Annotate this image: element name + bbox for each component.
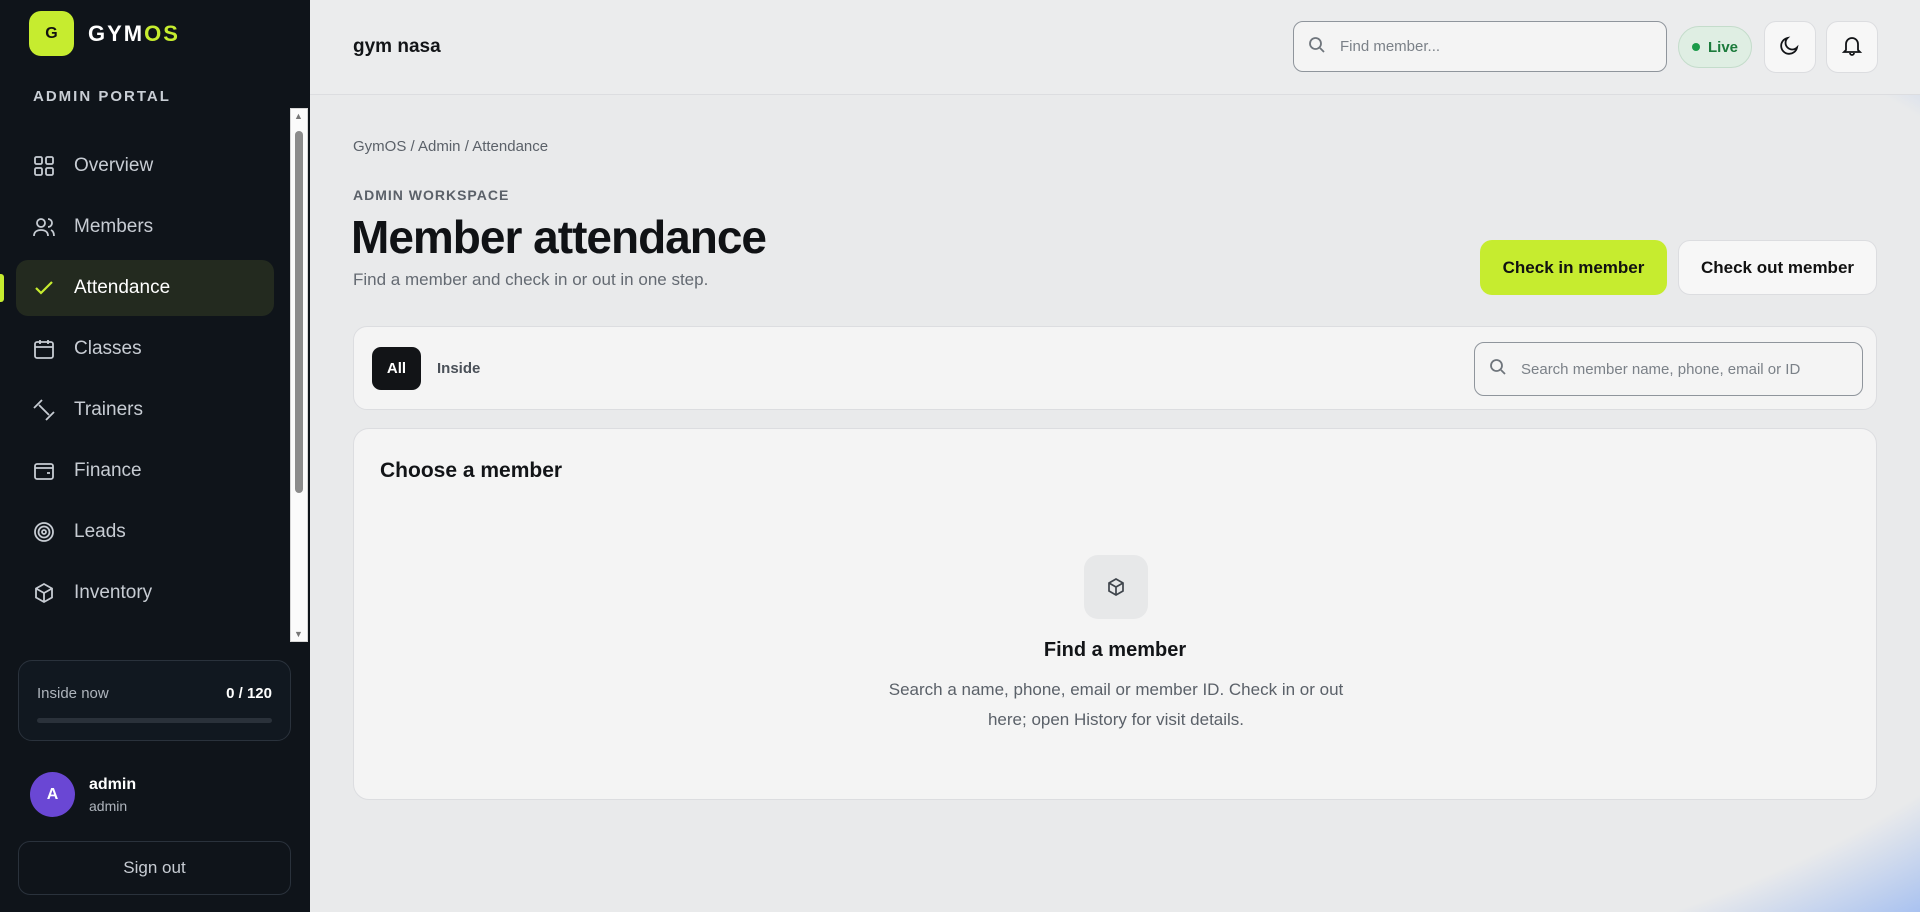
sidebar-item-overview[interactable]: Overview: [16, 138, 274, 194]
sidebar-item-leads[interactable]: Leads: [16, 504, 274, 560]
inside-now-value: 0 / 120: [226, 685, 272, 702]
check-in-button[interactable]: Check in member: [1480, 240, 1667, 295]
brand-name: GYMOS: [88, 21, 180, 47]
sidebar-scrollbar[interactable]: ▲ ▼: [290, 108, 308, 642]
app-window: G GYMOS ADMIN PORTAL Overview Members At…: [0, 0, 1920, 912]
wallet-icon: [32, 459, 56, 483]
sidebar-item-members[interactable]: Members: [16, 199, 274, 255]
moon-icon: [1779, 34, 1801, 61]
grid-icon: [32, 154, 56, 178]
inside-now-card: Inside now 0 / 120: [18, 660, 291, 741]
find-member-placeholder: Find member...: [1340, 38, 1441, 55]
sidebar-section-label: ADMIN PORTAL: [33, 88, 171, 105]
sidebar-item-trainers[interactable]: Trainers: [16, 382, 274, 438]
member-search-placeholder: Search member name, phone, email or ID: [1521, 360, 1801, 378]
avatar: A: [30, 772, 75, 817]
brand-logo: G: [29, 11, 74, 56]
tab-inside[interactable]: Inside: [437, 347, 480, 390]
user-name: admin: [89, 775, 137, 793]
page-title: Member attendance: [351, 211, 767, 263]
choose-member-card: Choose a member Find a member Search a n…: [353, 428, 1877, 800]
sidebar-nav: Overview Members Attendance Classes Trai…: [0, 138, 274, 626]
sidebar-item-label: Overview: [74, 155, 154, 176]
brand[interactable]: G GYMOS: [29, 11, 180, 56]
bell-icon: [1841, 34, 1863, 61]
inside-now-progress: [37, 718, 272, 723]
sidebar-item-label: Attendance: [74, 277, 171, 298]
sidebar-item-label: Inventory: [74, 582, 153, 603]
live-dot-icon: [1691, 43, 1700, 51]
filter-bar: All Inside Search member name, phone, em…: [353, 326, 1877, 410]
scroll-up-arrow-icon[interactable]: ▲: [294, 111, 303, 121]
brand-name-suffix: OS: [144, 20, 180, 46]
sidebar-item-label: Trainers: [74, 399, 143, 420]
scrollbar-thumb[interactable]: [295, 131, 303, 493]
dumbbell-icon: [32, 398, 56, 422]
check-out-button[interactable]: Check out member: [1678, 240, 1877, 295]
eyebrow: ADMIN WORKSPACE: [353, 187, 510, 203]
search-icon: [1489, 358, 1507, 380]
sidebar-item-label: Members: [74, 216, 154, 237]
sidebar-item-attendance[interactable]: Attendance: [0, 260, 274, 316]
box-icon: [1084, 555, 1148, 619]
search-icon: [1308, 36, 1326, 58]
sidebar-item-label: Finance: [74, 460, 142, 481]
empty-state-title: Find a member: [1043, 639, 1187, 661]
live-status-badge: Live: [1678, 26, 1752, 68]
box-icon: [32, 581, 56, 605]
sidebar-item-inventory[interactable]: Inventory: [16, 565, 274, 621]
inside-now-label: Inside now: [37, 685, 109, 702]
gym-name: gym nasa: [353, 36, 441, 57]
sidebar-item-label: Leads: [74, 521, 126, 542]
notifications-button[interactable]: [1826, 21, 1878, 73]
user-role: admin: [89, 797, 128, 814]
target-icon: [32, 520, 56, 544]
card-title: Choose a member: [380, 459, 563, 482]
brand-name-prefix: GYM: [88, 20, 145, 46]
scroll-down-arrow-icon[interactable]: ▼: [294, 629, 303, 639]
user-profile[interactable]: A admin admin: [30, 772, 136, 817]
check-icon: [32, 276, 56, 300]
sidebar: G GYMOS ADMIN PORTAL Overview Members At…: [0, 0, 310, 912]
empty-state-description: Search a name, phone, email or member ID…: [888, 680, 1344, 729]
sign-out-button[interactable]: Sign out: [18, 841, 291, 895]
tab-all[interactable]: All: [372, 347, 421, 390]
sidebar-item-label: Classes: [74, 338, 142, 359]
users-icon: [32, 215, 56, 239]
sidebar-item-classes[interactable]: Classes: [16, 321, 274, 377]
user-text: admin admin: [89, 776, 136, 814]
find-member-input[interactable]: Find member...: [1293, 21, 1667, 72]
sidebar-item-finance[interactable]: Finance: [16, 443, 274, 499]
live-label: Live: [1707, 38, 1738, 56]
page-subtitle: Find a member and check in or out in one…: [353, 270, 709, 289]
member-search-input[interactable]: Search member name, phone, email or ID: [1474, 342, 1863, 396]
calendar-icon: [32, 337, 56, 361]
breadcrumb: GymOS / Admin / Attendance: [353, 138, 549, 155]
topbar: gym nasa Find member... Live: [310, 0, 1920, 95]
theme-toggle-button[interactable]: [1764, 21, 1816, 73]
